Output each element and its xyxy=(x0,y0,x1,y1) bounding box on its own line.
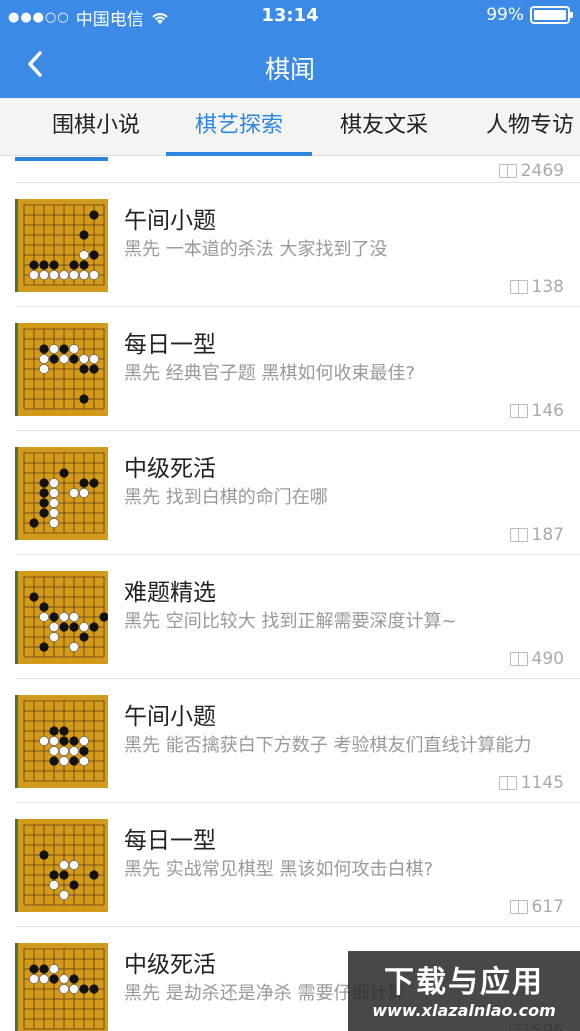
watermark-sub: www.xlazalnlao.com xyxy=(372,1001,556,1020)
item-title: 中级死活 xyxy=(124,952,216,978)
list-item[interactable]: 午间小题 黑先 能否擒获白下方数子 考验棋友们直线计算能力 1145 xyxy=(0,679,580,803)
watermark: 下载与应用 www.xlazalnlao.com xyxy=(348,951,580,1031)
book-icon xyxy=(498,164,517,178)
list-item[interactable]: 每日一型 黑先 实战常见棋型 黑该如何攻击白棋? 617 xyxy=(0,803,580,927)
item-desc: 黑先 一本道的杀法 大家找到了没 xyxy=(124,239,388,260)
book-icon xyxy=(509,280,528,294)
item-desc: 黑先 找到白棋的命门在哪 xyxy=(124,487,328,508)
read-count: 1145 xyxy=(498,773,564,793)
item-desc: 黑先 实战常见棋型 黑该如何攻击白棋? xyxy=(124,859,433,880)
list-item-partial[interactable]: 2469 xyxy=(0,157,580,183)
read-count-value: 187 xyxy=(531,525,564,545)
go-board-thumbnail xyxy=(15,571,108,664)
go-board-thumbnail xyxy=(15,943,108,1031)
item-title: 每日一型 xyxy=(124,332,216,358)
book-icon xyxy=(509,404,528,418)
read-count: 490 xyxy=(509,649,564,669)
read-count-value: 490 xyxy=(531,649,564,669)
tab-novel[interactable]: 围棋小说 xyxy=(44,98,148,156)
item-title: 中级死活 xyxy=(124,456,216,482)
app-header: ●●●○○ 中国电信 13:14 99% 棋闻 xyxy=(0,0,580,98)
book-icon xyxy=(509,652,528,666)
item-title: 午间小题 xyxy=(124,208,216,234)
battery-fill xyxy=(534,10,566,20)
book-icon xyxy=(498,776,517,790)
item-title: 每日一型 xyxy=(124,828,216,854)
list-item[interactable]: 中级死活 黑先 找到白棋的命门在哪 187 xyxy=(0,431,580,555)
list-item[interactable]: 每日一型 黑先 经典官子题 黑棋如何收束最佳? 146 xyxy=(0,307,580,431)
read-count-value: 2469 xyxy=(520,161,564,181)
status-right: 99% xyxy=(486,5,573,25)
page-title: 棋闻 xyxy=(264,55,315,84)
book-icon xyxy=(509,900,528,914)
tab-interview[interactable]: 人物专访 xyxy=(478,98,580,156)
read-count: 187 xyxy=(509,525,564,545)
read-count-value: 1145 xyxy=(520,773,564,793)
battery-icon xyxy=(530,6,573,24)
article-list: 2469 午间小题 黑先 一本道的杀法 大家找到了没 138 每日一型 黑先 经… xyxy=(0,157,580,1031)
read-count-value: 146 xyxy=(531,401,564,421)
watermark-main: 下载与应用 xyxy=(384,965,544,1000)
item-title: 午间小题 xyxy=(124,704,216,730)
go-board-thumbnail xyxy=(15,199,108,292)
nav-bar: 棋闻 xyxy=(0,32,580,98)
read-count: 617 xyxy=(509,897,564,917)
item-desc: 黑先 经典官子题 黑棋如何收束最佳? xyxy=(124,363,415,384)
list-item[interactable]: 难题精选 黑先 空间比较大 找到正解需要深度计算~ 490 xyxy=(0,555,580,679)
battery-percent: 99% xyxy=(486,5,524,25)
read-count-value: 617 xyxy=(531,897,564,917)
go-board-thumbnail xyxy=(15,447,108,540)
book-icon xyxy=(509,528,528,542)
list-item[interactable]: 午间小题 黑先 一本道的杀法 大家找到了没 138 xyxy=(0,183,580,307)
tab-bar: 围棋小说 棋艺探索 棋友文采 人物专访 xyxy=(0,98,580,156)
go-board-thumbnail xyxy=(15,695,108,788)
tab-writing[interactable]: 棋友文采 xyxy=(332,98,436,156)
go-board-thumbnail xyxy=(15,819,108,912)
read-count-value: 138 xyxy=(531,277,564,297)
read-count: 2469 xyxy=(498,161,564,181)
item-title: 难题精选 xyxy=(124,580,216,606)
item-desc: 黑先 能否擒获白下方数子 考验棋友们直线计算能力 xyxy=(124,735,532,756)
thumbnail xyxy=(15,157,108,161)
tab-active-indicator xyxy=(166,152,312,156)
read-count: 146 xyxy=(509,401,564,421)
go-board-thumbnail xyxy=(15,323,108,416)
item-desc: 黑先 空间比较大 找到正解需要深度计算~ xyxy=(124,611,457,632)
tab-explore[interactable]: 棋艺探索 xyxy=(187,98,291,156)
read-count: 138 xyxy=(509,277,564,297)
status-bar: ●●●○○ 中国电信 13:14 99% xyxy=(0,0,580,32)
